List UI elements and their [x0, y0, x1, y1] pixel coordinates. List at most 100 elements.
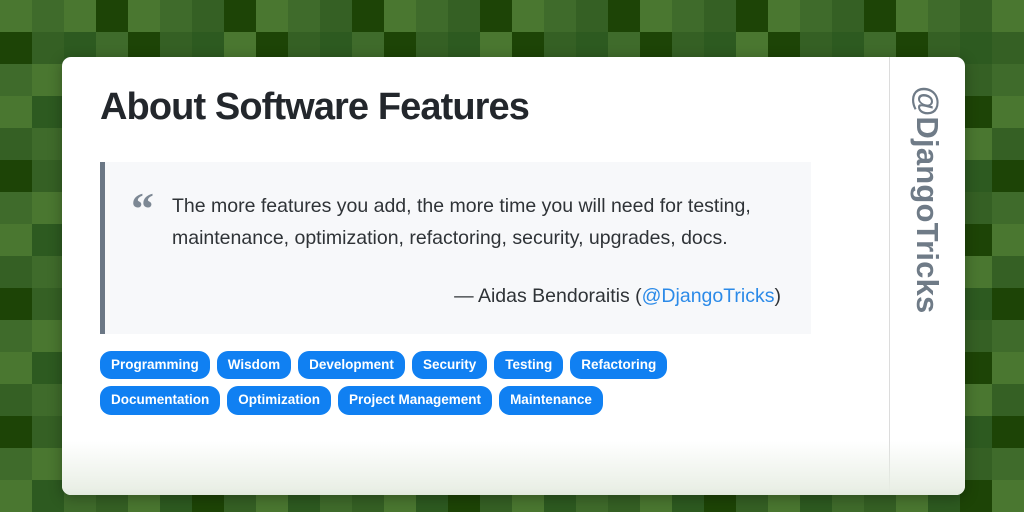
background-tile: [32, 128, 64, 160]
background-tile: [640, 0, 672, 32]
background-tile: [992, 96, 1024, 128]
background-tile: [128, 0, 160, 32]
background-tile: [800, 0, 832, 32]
attribution-close-paren: ): [774, 284, 782, 307]
background-tile: [0, 288, 32, 320]
background-tile: [0, 32, 32, 64]
background-tile: [736, 0, 768, 32]
background-tile: [224, 0, 256, 32]
background-tile: [0, 448, 32, 480]
background-tile: [992, 32, 1024, 64]
background-tile: [960, 0, 992, 32]
background-tile: [992, 0, 1024, 32]
quote-mark-icon: “: [131, 182, 154, 234]
background-tile: [32, 96, 64, 128]
background-tile: [32, 64, 64, 96]
background-tile: [32, 384, 64, 416]
tag-pill[interactable]: Optimization: [227, 386, 332, 415]
background-tile: [992, 64, 1024, 96]
vertical-handle-text: @DjangoTricks: [910, 86, 945, 314]
background-tile: [32, 32, 64, 64]
tag-pill[interactable]: Project Management: [338, 386, 493, 415]
background-tile: [704, 0, 736, 32]
background-tile: [992, 224, 1024, 256]
blockquote: “ The more features you add, the more ti…: [100, 161, 811, 334]
background-tile: [992, 128, 1024, 160]
background-tile: [864, 0, 896, 32]
background-tile: [32, 480, 64, 512]
background-tile: [320, 0, 352, 32]
tag-pill[interactable]: Documentation: [100, 386, 221, 415]
background-tile: [0, 384, 32, 416]
background-tile: [32, 352, 64, 384]
background-tile: [32, 448, 64, 480]
background-tile: [0, 160, 32, 192]
background-tile: [192, 0, 224, 32]
background-tile: [32, 0, 64, 32]
background-tile: [992, 256, 1024, 288]
background-tile: [0, 224, 32, 256]
background-tile: [992, 192, 1024, 224]
background-tile: [992, 288, 1024, 320]
background-tile: [160, 0, 192, 32]
attribution-author: Aidas Bendoraitis: [477, 284, 630, 307]
background-tile: [992, 160, 1024, 192]
background-tile: [352, 0, 384, 32]
background-tile: [992, 384, 1024, 416]
background-tile: [992, 480, 1024, 512]
quote-attribution: — Aidas Bendoraitis (@DjangoTricks): [131, 281, 781, 312]
background-tile: [0, 96, 32, 128]
tag-pill[interactable]: Security: [411, 350, 488, 380]
background-tile: [0, 256, 32, 288]
background-tile: [992, 352, 1024, 384]
background-tile: [64, 0, 96, 32]
background-tile: [544, 0, 576, 32]
background-tile: [896, 0, 928, 32]
card-bottom-fade: [62, 441, 965, 495]
background-tile: [416, 0, 448, 32]
tag-list: Programming Wisdom Development Security Test…: [100, 350, 740, 415]
tag-pill[interactable]: Wisdom: [216, 350, 292, 380]
background-tile: [0, 416, 32, 448]
quote-card: @DjangoTricks About Software Features “ …: [62, 57, 965, 495]
card-body: About Software Features “ The more featu…: [62, 57, 889, 415]
tag-pill[interactable]: Refactoring: [570, 350, 668, 380]
background-tile: [0, 192, 32, 224]
background-tile: [96, 0, 128, 32]
attribution-dash: —: [454, 284, 474, 307]
background-tile: [672, 0, 704, 32]
background-tile: [384, 0, 416, 32]
tag-pill[interactable]: Testing: [494, 350, 564, 380]
background-tile: [992, 416, 1024, 448]
background-tile: [768, 0, 800, 32]
background-tile: [32, 320, 64, 352]
attribution-handle-link[interactable]: @DjangoTricks: [642, 285, 775, 307]
background-tile: [448, 0, 480, 32]
background-tile: [0, 0, 32, 32]
background-tile: [992, 448, 1024, 480]
background-tile: [32, 192, 64, 224]
background-tile: [32, 256, 64, 288]
background-tile: [928, 0, 960, 32]
quote-text: The more features you add, the more time…: [172, 194, 751, 250]
quote-row: “ The more features you add, the more ti…: [131, 182, 781, 255]
background-tile: [0, 128, 32, 160]
background-tile: [576, 0, 608, 32]
background-tile: [32, 224, 64, 256]
vertical-handle-rail: @DjangoTricks: [889, 57, 965, 495]
background-tile: [256, 0, 288, 32]
background-tile: [832, 0, 864, 32]
background-tile: [480, 0, 512, 32]
background-tile: [288, 0, 320, 32]
page-title: About Software Features: [100, 86, 530, 128]
tag-pill[interactable]: Maintenance: [499, 386, 603, 415]
background-tile: [32, 416, 64, 448]
background-tile: [32, 288, 64, 320]
background-tile: [32, 160, 64, 192]
tag-pill[interactable]: Programming: [100, 350, 210, 380]
background-tile: [0, 64, 32, 96]
background-tile: [608, 0, 640, 32]
tag-pill[interactable]: Development: [298, 350, 405, 380]
background-tile: [0, 320, 32, 352]
background-tile: [512, 0, 544, 32]
